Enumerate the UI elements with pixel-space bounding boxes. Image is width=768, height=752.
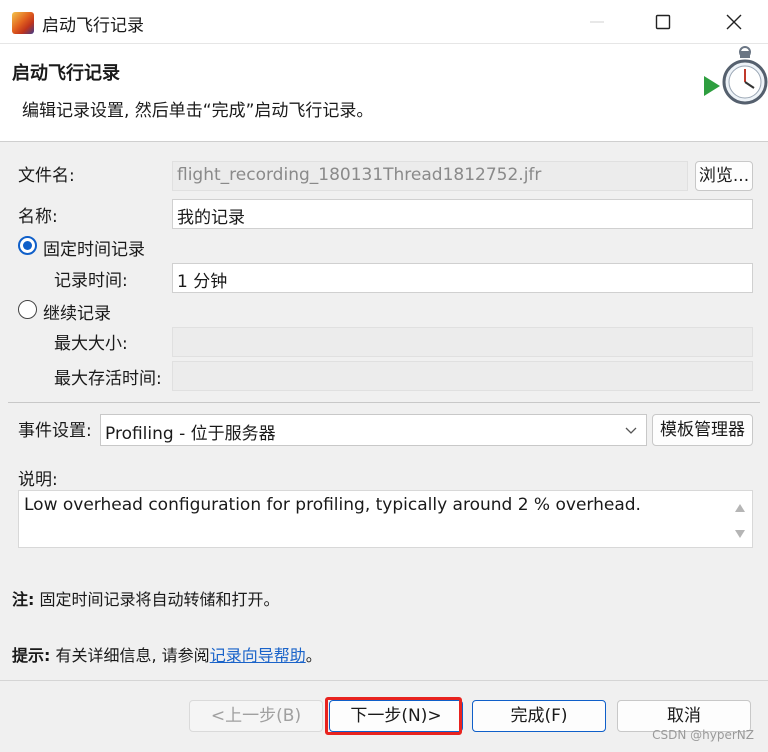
footer-divider xyxy=(0,680,768,681)
duration-label: 记录时间: xyxy=(54,271,128,291)
stopwatch-play-icon xyxy=(704,46,768,105)
page-description: 编辑记录设置, 然后单击“完成”启动飞行记录。 xyxy=(22,101,374,121)
maximize-button[interactable] xyxy=(633,0,693,44)
window-title: 启动飞行记录 xyxy=(42,16,144,36)
filename-label: 文件名: xyxy=(18,166,75,186)
fixed-time-label[interactable]: 固定时间记录 xyxy=(43,235,145,260)
name-input[interactable]: 我的记录 xyxy=(172,199,753,229)
name-label: 名称: xyxy=(18,207,58,227)
description-content: Low overhead configuration for profiling… xyxy=(24,495,641,515)
minimize-button[interactable] xyxy=(567,0,627,44)
note-prefix: 注: xyxy=(12,590,35,609)
browse-button[interactable]: 浏览... xyxy=(695,161,753,191)
wizard-header: 启动飞行记录 编辑记录设置, 然后单击“完成”启动飞行记录。 xyxy=(0,44,768,142)
max-size-input xyxy=(172,327,753,357)
finish-button[interactable]: 完成(F) xyxy=(472,700,606,732)
chevron-down-icon xyxy=(625,427,637,434)
minimize-icon xyxy=(590,21,604,23)
filename-field: flight_recording_180131Thread1812752.jfr xyxy=(172,161,688,191)
hint-prefix: 提示: xyxy=(12,646,51,665)
wizard-help-link[interactable]: 记录向导帮助 xyxy=(210,646,306,665)
hint-body: 有关详细信息, 请参阅 xyxy=(55,646,210,665)
close-icon xyxy=(726,14,742,30)
hint-suffix: 。 xyxy=(305,646,322,665)
page-title: 启动飞行记录 xyxy=(12,63,120,84)
hint-text: 提示: 有关详细信息, 请参阅记录向导帮助。 xyxy=(12,642,322,666)
template-manager-button[interactable]: 模板管理器 xyxy=(652,414,753,446)
fixed-time-radio[interactable] xyxy=(18,236,37,255)
continuous-radio[interactable] xyxy=(18,300,37,319)
max-age-input xyxy=(172,361,753,391)
divider xyxy=(8,402,760,403)
note-text: 注: 固定时间记录将自动转储和打开。 xyxy=(12,586,280,610)
app-icon xyxy=(12,12,34,34)
continuous-label[interactable]: 继续记录 xyxy=(43,299,111,324)
event-settings-value: Profiling - 位于服务器 xyxy=(105,424,276,444)
duration-input[interactable]: 1 分钟 xyxy=(172,263,753,293)
max-size-label: 最大大小: xyxy=(54,334,128,354)
scroll-up-icon[interactable] xyxy=(734,503,746,513)
max-age-label: 最大存活时间: xyxy=(54,369,162,389)
description-text: Low overhead configuration for profiling… xyxy=(18,490,753,548)
next-button-highlight xyxy=(325,697,462,735)
event-settings-select[interactable]: Profiling - 位于服务器 xyxy=(100,414,647,446)
back-button[interactable]: <上一步(B) xyxy=(189,700,323,732)
description-label: 说明: xyxy=(18,470,58,490)
maximize-icon xyxy=(655,14,671,30)
close-button[interactable] xyxy=(704,0,764,44)
note-body: 固定时间记录将自动转储和打开。 xyxy=(39,590,280,609)
watermark: CSDN @hyperNZ xyxy=(652,728,754,742)
event-settings-label: 事件设置: xyxy=(18,421,92,441)
title-bar: 启动飞行记录 xyxy=(0,0,768,44)
scroll-down-icon[interactable] xyxy=(734,529,746,539)
